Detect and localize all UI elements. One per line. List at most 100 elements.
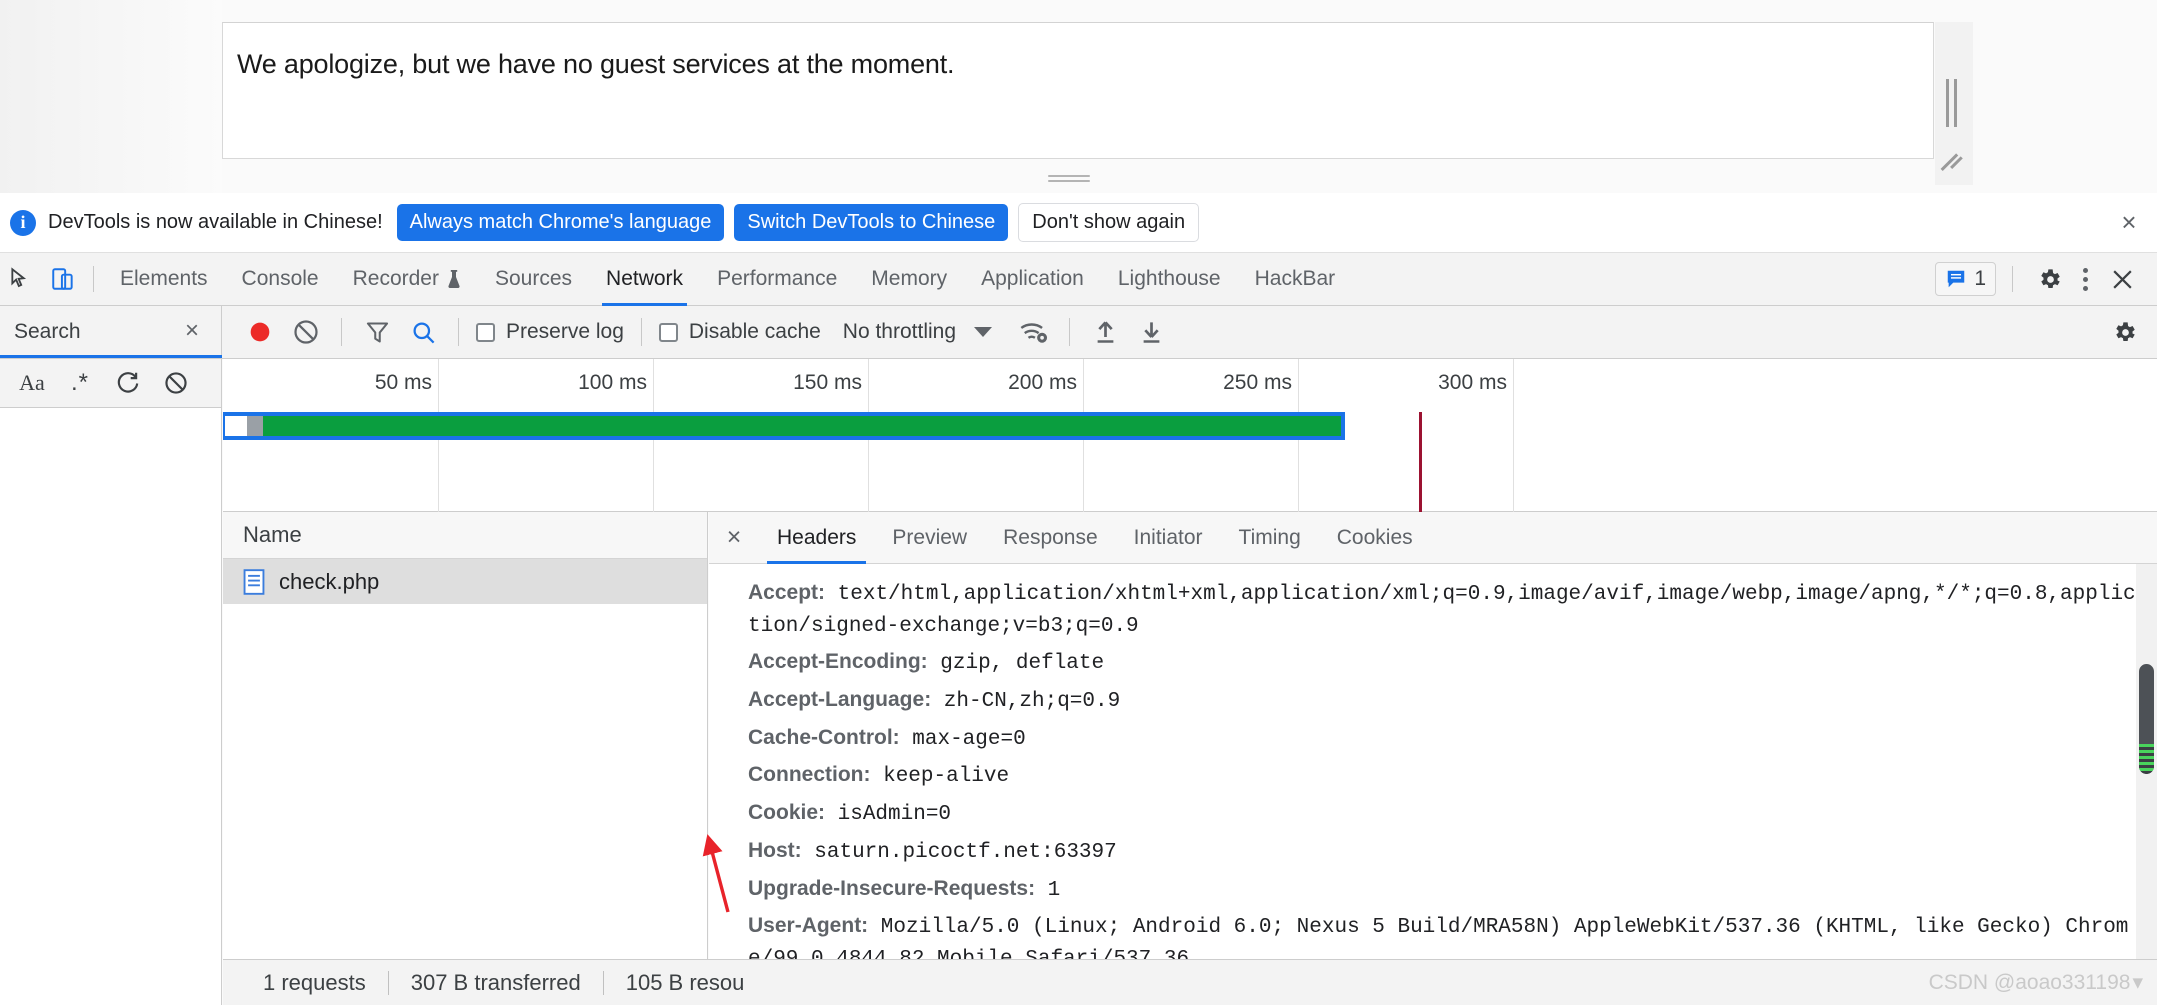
timing-bar-queue bbox=[225, 416, 247, 436]
request-headers-list: Accept: text/html,application/xhtml+xml,… bbox=[709, 564, 2157, 959]
tab-cookies[interactable]: Cookies bbox=[1319, 512, 1431, 564]
checkbox-box bbox=[476, 323, 495, 342]
clear-icon[interactable] bbox=[154, 363, 198, 403]
tab-label: Initiator bbox=[1134, 526, 1203, 550]
tab-initiator[interactable]: Initiator bbox=[1116, 512, 1221, 564]
always-match-language-button[interactable]: Always match Chrome's language bbox=[397, 204, 725, 241]
header-value-continuation: tion/signed-exchange;v=b3;q=0.9 bbox=[748, 615, 1139, 638]
info-icon: i bbox=[10, 210, 36, 236]
overview-tick-label: 100 ms bbox=[578, 371, 647, 395]
tab-label: Timing bbox=[1239, 526, 1301, 550]
watermark-text: CSDN @aoao331198▾ bbox=[1929, 970, 2143, 995]
toolbar-divider bbox=[93, 266, 94, 292]
tab-label: Preview bbox=[892, 526, 967, 550]
header-row-cookie: Cookie: isAdmin=0 bbox=[748, 798, 2157, 829]
network-toolbar-controls: Preserve log Disable cache No throttling bbox=[222, 310, 1173, 354]
regex-button[interactable]: .* bbox=[58, 363, 102, 403]
network-overview-timeline[interactable]: 50 ms 100 ms 150 ms 200 ms 250 ms 300 ms bbox=[223, 359, 2157, 512]
request-name: check.php bbox=[279, 569, 379, 595]
tab-memory[interactable]: Memory bbox=[854, 253, 964, 306]
preserve-log-checkbox[interactable]: Preserve log bbox=[472, 320, 628, 344]
message-count: 1 bbox=[1974, 267, 1986, 291]
overview-tick-label: 250 ms bbox=[1223, 371, 1292, 395]
disable-cache-checkbox[interactable]: Disable cache bbox=[655, 320, 825, 344]
header-name: Accept: bbox=[748, 581, 825, 604]
tab-sources[interactable]: Sources bbox=[478, 253, 589, 306]
headers-scrollbar[interactable] bbox=[2136, 564, 2157, 959]
tab-label: Console bbox=[242, 267, 319, 291]
tab-recorder[interactable]: Recorder bbox=[336, 253, 478, 306]
match-case-label: Aa bbox=[19, 370, 45, 396]
table-row[interactable]: check.php bbox=[223, 559, 707, 604]
search-options-row: Aa .* bbox=[0, 359, 222, 408]
language-notification-bar: i DevTools is now available in Chinese! … bbox=[0, 193, 2157, 253]
tab-response[interactable]: Response bbox=[985, 512, 1116, 564]
tab-network[interactable]: Network bbox=[589, 253, 700, 306]
clear-requests-icon[interactable] bbox=[284, 310, 328, 354]
match-case-button[interactable]: Aa bbox=[10, 363, 54, 403]
network-settings-gear-icon[interactable] bbox=[2103, 311, 2145, 353]
chevron-down-icon[interactable] bbox=[974, 327, 992, 337]
tab-elements[interactable]: Elements bbox=[103, 253, 225, 306]
refresh-icon[interactable] bbox=[106, 363, 150, 403]
tab-performance[interactable]: Performance bbox=[700, 253, 854, 306]
settings-gear-icon[interactable] bbox=[2028, 258, 2070, 300]
tab-lighthouse[interactable]: Lighthouse bbox=[1101, 253, 1238, 306]
import-har-icon[interactable] bbox=[1083, 310, 1127, 354]
header-row-cache-control: Cache-Control: max-age=0 bbox=[748, 723, 2157, 754]
filter-icon[interactable] bbox=[355, 310, 399, 354]
column-header-name: Name bbox=[243, 522, 302, 548]
request-detail-tab-bar: × Headers Preview Response Initiator Tim… bbox=[709, 512, 2157, 564]
request-count: 1 requests bbox=[241, 970, 388, 996]
header-row-accept-language: Accept-Language: zh-CN,zh;q=0.9 bbox=[748, 685, 2157, 716]
page-resize-gutter[interactable] bbox=[1935, 22, 1973, 185]
tab-label: Headers bbox=[777, 526, 856, 550]
tab-preview[interactable]: Preview bbox=[874, 512, 985, 564]
inspect-element-icon[interactable] bbox=[0, 258, 42, 300]
dont-show-again-button[interactable]: Don't show again bbox=[1018, 203, 1199, 242]
close-devtools-icon[interactable] bbox=[2101, 258, 2143, 300]
export-har-icon[interactable] bbox=[1129, 310, 1173, 354]
tab-headers[interactable]: Headers bbox=[759, 512, 874, 564]
watermark-caret-icon: ▾ bbox=[2132, 970, 2143, 995]
message-icon bbox=[1945, 268, 1967, 290]
more-options-icon[interactable] bbox=[2070, 268, 2101, 291]
page-height-resizer[interactable] bbox=[1048, 175, 1090, 183]
tab-bar-right-actions: 1 bbox=[1935, 258, 2157, 300]
tab-timing[interactable]: Timing bbox=[1221, 512, 1319, 564]
header-name: Upgrade-Insecure-Requests: bbox=[748, 877, 1035, 900]
record-button[interactable] bbox=[238, 310, 282, 354]
network-conditions-icon[interactable] bbox=[1012, 310, 1056, 354]
header-value: saturn.picoctf.net:63397 bbox=[802, 841, 1117, 864]
request-list-panel: Name check.php bbox=[223, 512, 708, 959]
tab-application[interactable]: Application bbox=[964, 253, 1101, 306]
notification-message: DevTools is now available in Chinese! bbox=[48, 211, 383, 234]
close-icon[interactable]: × bbox=[2115, 209, 2143, 237]
console-messages-badge[interactable]: 1 bbox=[1935, 262, 1996, 296]
checkbox-box bbox=[659, 323, 678, 342]
request-list-header: Name bbox=[223, 512, 707, 559]
device-toolbar-icon[interactable] bbox=[42, 258, 84, 300]
request-timing-bar bbox=[223, 412, 1345, 440]
tab-console[interactable]: Console bbox=[225, 253, 336, 306]
experiment-flask-icon bbox=[447, 270, 461, 288]
close-icon[interactable]: × bbox=[709, 523, 759, 552]
search-icon[interactable] bbox=[401, 310, 445, 354]
scrollbar-thumb-striped[interactable] bbox=[2139, 744, 2154, 774]
network-settings-group bbox=[2103, 311, 2157, 353]
tab-label: Recorder bbox=[353, 267, 439, 291]
network-toolbar: Search × Preserve log bbox=[0, 306, 2157, 359]
browser-page-viewport: We apologize, but we have no guest servi… bbox=[0, 0, 2157, 193]
header-row-accept: Accept: text/html,application/xhtml+xml,… bbox=[748, 578, 2157, 609]
throttling-select-value[interactable]: No throttling bbox=[843, 320, 956, 344]
toolbar-divider bbox=[341, 318, 342, 346]
tab-label: Network bbox=[606, 267, 683, 291]
overview-tick: 300 ms bbox=[1513, 359, 1514, 512]
diagonal-resize-icon[interactable] bbox=[1942, 150, 1966, 174]
tab-hackbar[interactable]: HackBar bbox=[1238, 253, 1353, 306]
close-icon[interactable]: × bbox=[185, 319, 199, 343]
tab-label: Response bbox=[1003, 526, 1098, 550]
switch-devtools-language-button[interactable]: Switch DevTools to Chinese bbox=[734, 204, 1008, 241]
tab-label: Memory bbox=[871, 267, 947, 291]
tab-label: Lighthouse bbox=[1118, 267, 1221, 291]
